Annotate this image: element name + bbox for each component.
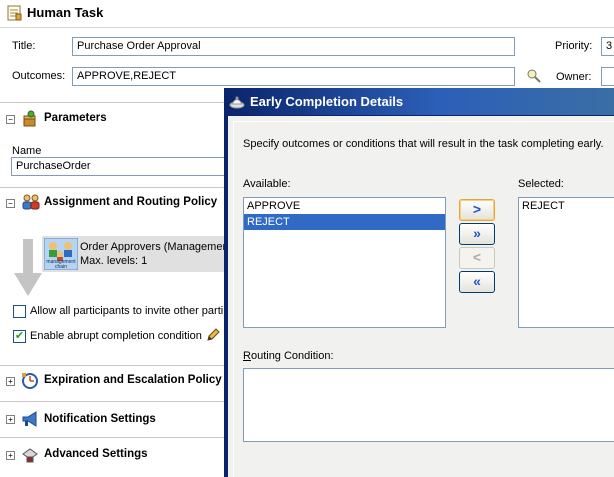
section-divider bbox=[0, 102, 224, 103]
advanced-settings-icon bbox=[21, 446, 39, 464]
page-title: Human Task bbox=[27, 5, 104, 20]
participant-title: Order Approvers (Managemen bbox=[80, 241, 229, 253]
move-all-button[interactable]: » bbox=[459, 223, 495, 245]
title-label: Title: bbox=[12, 40, 36, 52]
outcomes-label: Outcomes: bbox=[12, 70, 66, 82]
parameters-header[interactable]: Parameters bbox=[44, 112, 107, 124]
title-input[interactable]: Purchase Order Approval bbox=[72, 37, 515, 56]
notification-megaphone-icon bbox=[21, 410, 39, 428]
allow-invite-checkbox[interactable] bbox=[13, 305, 26, 318]
human-task-icon bbox=[7, 5, 22, 21]
assignment-header[interactable]: Assignment and Routing Policy bbox=[44, 196, 217, 208]
dialog-description: Specify outcomes or conditions that will… bbox=[243, 138, 604, 150]
flow-arrow-icon bbox=[14, 239, 42, 297]
selected-label: Selected: bbox=[518, 178, 564, 190]
management-chain-caption: management chain bbox=[46, 259, 76, 270]
move-selected-button[interactable]: > bbox=[459, 199, 495, 221]
section-divider bbox=[0, 187, 224, 188]
management-chain-icon: management chain bbox=[43, 237, 79, 271]
priority-label: Priority: bbox=[555, 40, 593, 52]
dialog-app-icon bbox=[229, 94, 245, 110]
remove-all-button[interactable]: « bbox=[459, 271, 495, 293]
expiration-clock-icon bbox=[21, 372, 39, 390]
available-listbox[interactable]: APPROVE REJECT bbox=[243, 197, 446, 328]
section-divider bbox=[0, 365, 224, 366]
routing-condition-label-text: outing Condition: bbox=[250, 350, 334, 362]
section-divider bbox=[0, 437, 224, 438]
notification-expand-toggle[interactable]: + bbox=[6, 415, 15, 424]
header-divider bbox=[0, 27, 614, 28]
edit-pencil-icon[interactable] bbox=[205, 327, 221, 343]
selected-listbox[interactable]: REJECT bbox=[518, 197, 614, 328]
priority-select[interactable]: 3 bbox=[601, 37, 614, 56]
parameter-name-cell[interactable]: PurchaseOrder bbox=[11, 157, 225, 176]
notification-header[interactable]: Notification Settings bbox=[44, 413, 156, 425]
selected-item-reject[interactable]: REJECT bbox=[519, 198, 614, 214]
remove-selected-button[interactable]: < bbox=[459, 247, 495, 269]
assignment-icon bbox=[21, 193, 41, 211]
routing-condition-label: Routing Condition: bbox=[243, 350, 334, 362]
parameters-icon bbox=[21, 110, 39, 128]
parameter-name-label: Name bbox=[12, 145, 42, 157]
expiration-header[interactable]: Expiration and Escalation Policy bbox=[44, 374, 222, 386]
routing-condition-mnemonic: R bbox=[243, 350, 251, 362]
dialog-title: Early Completion Details bbox=[250, 94, 404, 109]
available-label: Available: bbox=[243, 178, 291, 190]
routing-condition-textarea[interactable] bbox=[243, 368, 614, 442]
available-item-reject[interactable]: REJECT bbox=[244, 214, 445, 230]
owner-label: Owner: bbox=[556, 71, 592, 83]
participant-levels: Max. levels: 1 bbox=[80, 255, 148, 267]
outcomes-input[interactable]: APPROVE,REJECT bbox=[72, 67, 515, 86]
advanced-expand-toggle[interactable]: + bbox=[6, 451, 15, 460]
expiration-expand-toggle[interactable]: + bbox=[6, 377, 15, 386]
owner-input[interactable] bbox=[601, 67, 614, 86]
allow-invite-label: Allow all participants to invite other p… bbox=[30, 305, 224, 317]
assignment-collapse-toggle[interactable]: − bbox=[6, 199, 15, 208]
abrupt-completion-checkbox[interactable]: ✔ bbox=[13, 330, 26, 343]
section-divider bbox=[0, 401, 224, 402]
outcomes-browse-icon[interactable] bbox=[526, 68, 542, 84]
available-item-approve[interactable]: APPROVE bbox=[244, 198, 445, 214]
advanced-header[interactable]: Advanced Settings bbox=[44, 448, 148, 460]
abrupt-completion-label: Enable abrupt completion condition bbox=[30, 330, 202, 342]
parameters-collapse-toggle[interactable]: − bbox=[6, 115, 15, 124]
